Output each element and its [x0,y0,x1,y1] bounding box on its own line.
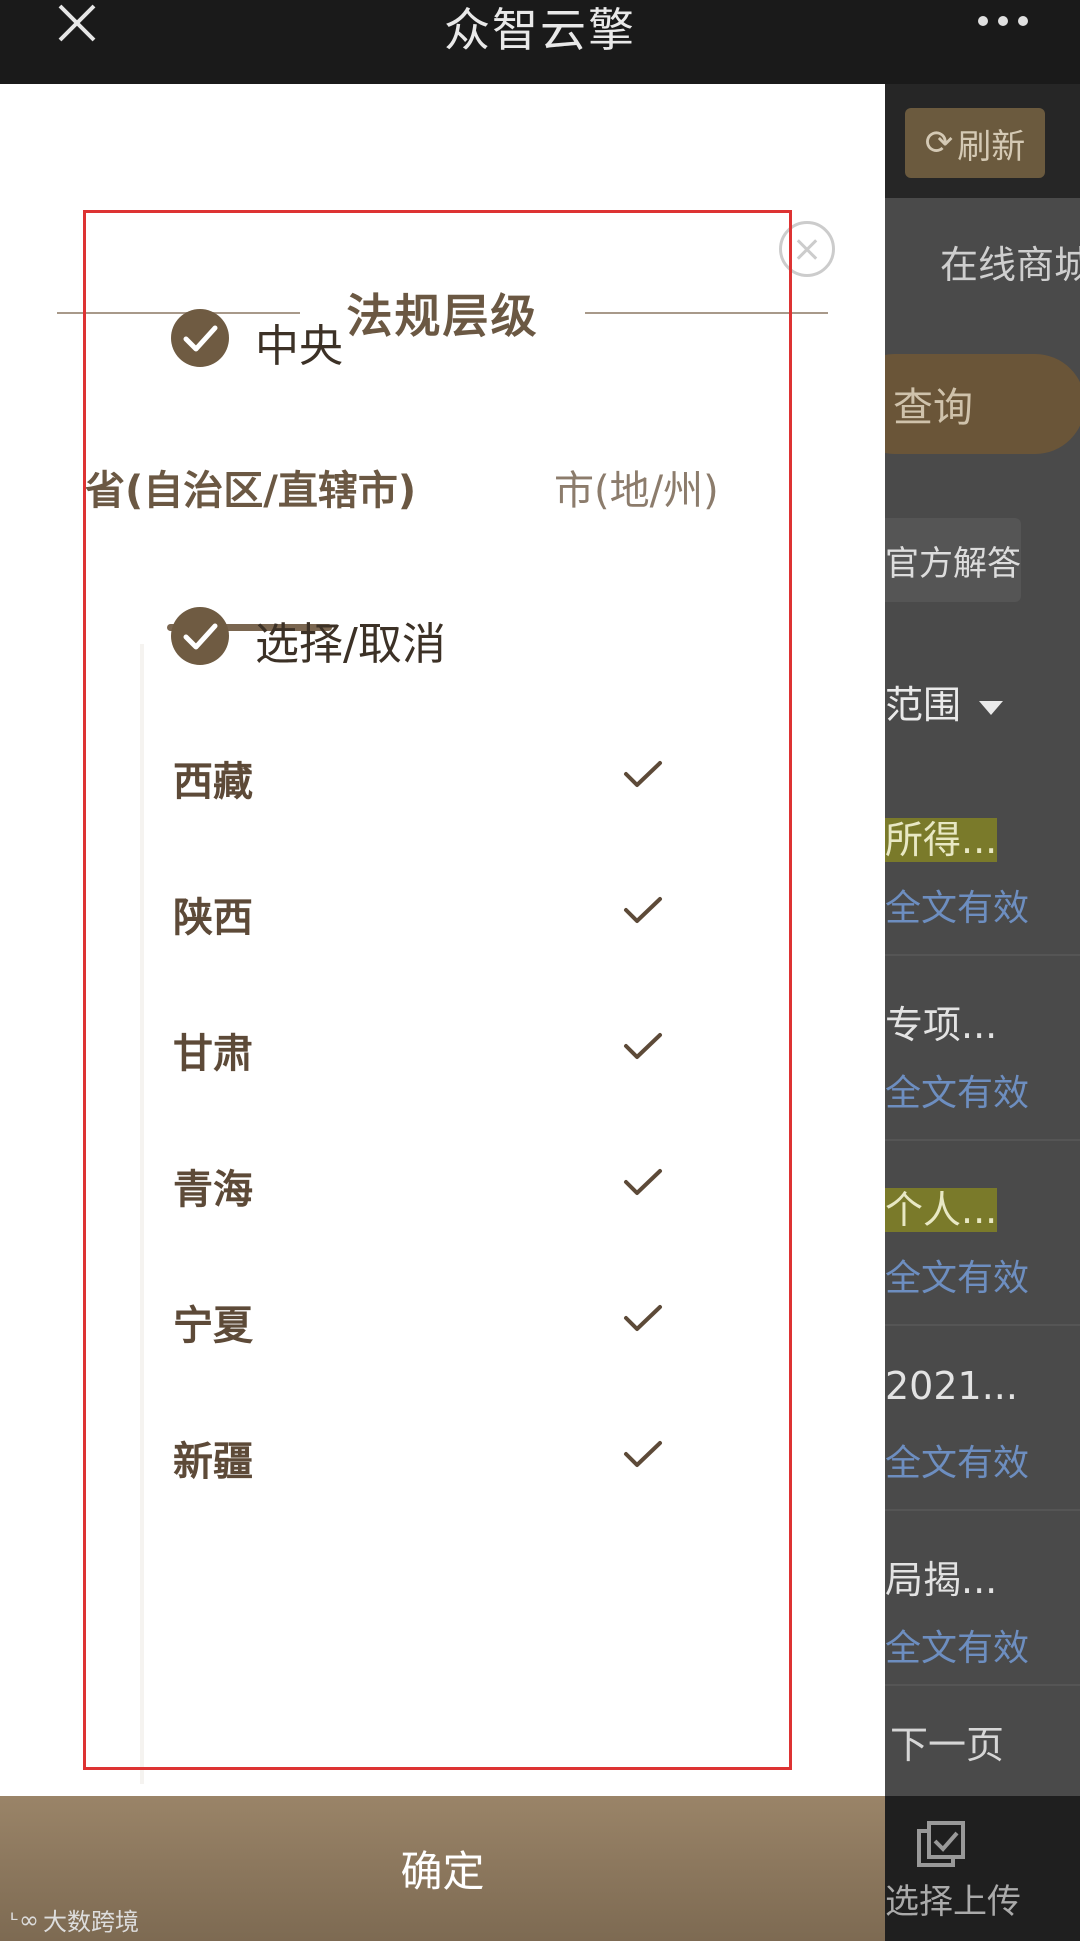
divider [885,1684,1080,1686]
result-title[interactable]: 局揭... [885,1549,997,1604]
upload-icon[interactable] [915,1819,971,1875]
refresh-icon: ⟳ [924,123,954,163]
watermark: ᶫ∞ 大数跨境 [10,1905,140,1937]
watermark-logo-icon: ᶫ∞ [10,1905,40,1934]
result-validity: 全文有效 [885,1443,1030,1484]
divider [885,1139,1080,1141]
mall-link[interactable]: 在线商城 [940,234,1080,289]
top-bar: 众智云擎 [0,0,1080,84]
refresh-button[interactable]: ⟳ 刷新 [905,108,1045,178]
result-title: 个人... [885,1188,998,1232]
next-page-button[interactable]: 下一页 [890,1714,1004,1769]
divider [885,1509,1080,1511]
divider [885,954,1080,956]
result-title[interactable]: 专项... [885,994,997,1049]
result-title[interactable]: 2021... [885,1364,1018,1408]
result-validity: 全文有效 [885,888,1030,929]
query-button[interactable]: 查询 [885,354,1080,454]
scope-dropdown[interactable]: 范围 [885,674,1004,729]
background-page: ⟳ 刷新 在线商城 查询 官方解答 范围 所得... 全文有效 专项... 全文… [885,84,1080,1941]
result-title: 所得... [885,818,998,862]
result-validity: 全文有效 [885,1628,1030,1669]
result-validity: 全文有效 [885,1073,1030,1114]
result-validity: 全文有效 [885,1258,1030,1299]
upload-label[interactable]: 选择上传 [885,1874,1021,1923]
more-menu-icon[interactable] [978,16,1028,26]
filter-panel: 法规层级 中央 省(自治区/直辖市) 市(地/州) 选择/取消 西藏 陕西 甘肃… [0,84,885,1796]
highlight-frame [83,210,792,1770]
official-answer-tab[interactable]: 官方解答 [885,518,1021,602]
app-title: 众智云擎 [444,3,636,57]
divider [885,1324,1080,1326]
caret-down-icon [979,700,1004,715]
